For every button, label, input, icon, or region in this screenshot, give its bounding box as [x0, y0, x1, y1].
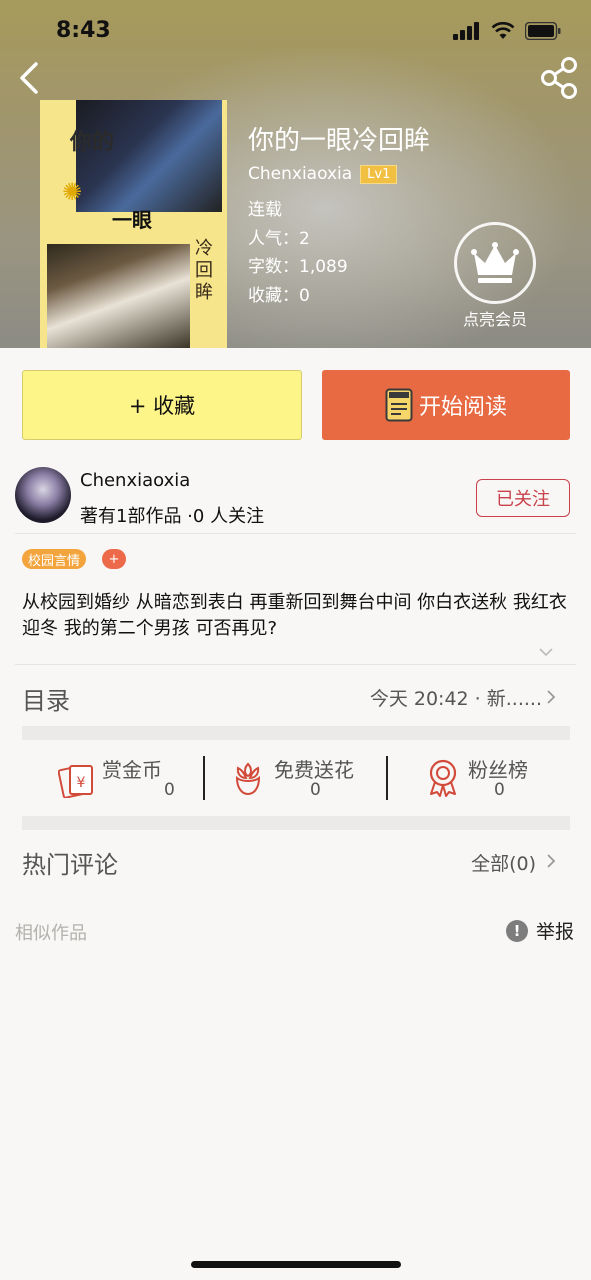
home-indicator[interactable]: [191, 1261, 401, 1268]
warning-icon: !: [506, 919, 528, 942]
cover-text-3: 冷回眸: [195, 238, 213, 303]
cover-photo-bottom: [47, 244, 190, 348]
status-bar: 8:43: [0, 0, 591, 64]
header-author-line: Chenxiaoxia Lv1: [248, 164, 398, 184]
fan-ranking-value: 0: [494, 780, 505, 800]
wifi-icon: [491, 22, 515, 39]
author-stats: 著有1部作品 ·0 人关注: [80, 506, 265, 527]
crown-icon: [454, 222, 536, 304]
favorites-count: 收藏：0: [248, 285, 310, 306]
reward-coin-value: 0: [164, 780, 175, 800]
report-button[interactable]: ! 举报: [506, 917, 574, 944]
send-flower-value: 0: [310, 780, 321, 800]
divider: [15, 533, 576, 534]
vip-button[interactable]: 点亮会员: [454, 222, 536, 330]
add-tag-button[interactable]: +: [102, 549, 126, 569]
back-icon[interactable]: [14, 58, 44, 98]
author-name[interactable]: Chenxiaoxia: [80, 470, 190, 491]
start-reading-label: 开始阅读: [418, 395, 507, 420]
collect-button[interactable]: + 收藏: [22, 370, 302, 440]
word-count: 字数：1,089: [248, 257, 348, 277]
chevron-right-icon: [547, 690, 556, 704]
flower-icon: [235, 762, 261, 796]
sunflower-icon: ✺: [62, 178, 83, 206]
toc-row[interactable]: 目录 今天 20:42 · 新......: [22, 679, 570, 715]
follow-button[interactable]: 已关注: [476, 479, 570, 517]
expand-chevron-icon[interactable]: [538, 646, 554, 658]
status-icons: [453, 22, 561, 40]
similar-works-label: 相似作品: [15, 923, 87, 944]
level-badge: Lv1: [360, 164, 398, 184]
send-flower-label: 免费送花: [274, 758, 354, 782]
send-flower-stat[interactable]: 免费送花 0: [232, 754, 392, 808]
book-description: 从校园到婚纱 从暗恋到表白 再重新回到舞台中间 你白衣送秋 我红衣迎冬 我的第二…: [22, 592, 567, 639]
toc-latest-update: 今天 20:42 · 新......: [369, 688, 542, 710]
all-comments-link[interactable]: 全部(0): [471, 849, 536, 876]
reward-coin-stat[interactable]: ¥ 赏金币 0: [58, 754, 198, 808]
interaction-stats: ¥ 赏金币 0 免费送花 0 粉丝榜 0: [22, 754, 570, 808]
section-separator: [22, 726, 570, 740]
fan-ranking-label: 粉丝榜: [468, 758, 528, 782]
status-time: 8:43: [56, 18, 111, 43]
cover-photo-top: [76, 100, 222, 212]
stat-divider: [386, 756, 388, 800]
follow-label: 已关注: [496, 489, 550, 510]
book-icon: [385, 388, 413, 422]
signal-icon: [453, 22, 479, 40]
divider: [15, 664, 576, 665]
stat-divider: [203, 756, 205, 800]
author-avatar[interactable]: [15, 467, 71, 523]
battery-icon: [525, 22, 561, 40]
chevron-right-icon: [547, 854, 556, 868]
svg-text:¥: ¥: [77, 775, 86, 791]
toc-label: 目录: [22, 687, 70, 715]
fan-ranking-stat[interactable]: 粉丝榜 0: [426, 754, 566, 808]
section-separator: [22, 816, 570, 830]
header-author-name[interactable]: Chenxiaoxia: [248, 164, 352, 184]
book-title: 你的一眼冷回眸: [248, 126, 431, 156]
vip-label: 点亮会员: [462, 310, 527, 329]
book-header: 8:43 你的 ✺ 一眼 冷回眸 你的一眼冷回眸 Chenxiaoxia Lv1…: [0, 0, 591, 348]
genre-tag[interactable]: 校园言情: [22, 549, 87, 569]
collect-label: + 收藏: [128, 394, 196, 418]
reward-coin-icon: ¥: [58, 765, 93, 798]
serial-status: 连载: [248, 200, 282, 220]
start-reading-button[interactable]: 开始阅读: [322, 370, 570, 440]
report-label: 举报: [536, 921, 575, 943]
reward-coin-label: 赏金币: [102, 758, 162, 782]
cover-text-2: 一眼: [112, 208, 152, 232]
book-meta: 连载 人气：2 字数：1,089 收藏：0: [248, 196, 348, 310]
hot-comments-row[interactable]: 热门评论 全部(0): [22, 843, 570, 879]
share-icon[interactable]: [539, 56, 581, 100]
popularity: 人气：2: [248, 228, 310, 249]
cover-text-1: 你的: [70, 130, 115, 155]
medal-icon: [429, 759, 457, 797]
hot-comments-label: 热门评论: [22, 851, 118, 879]
book-cover: 你的 ✺ 一眼 冷回眸: [40, 100, 227, 348]
